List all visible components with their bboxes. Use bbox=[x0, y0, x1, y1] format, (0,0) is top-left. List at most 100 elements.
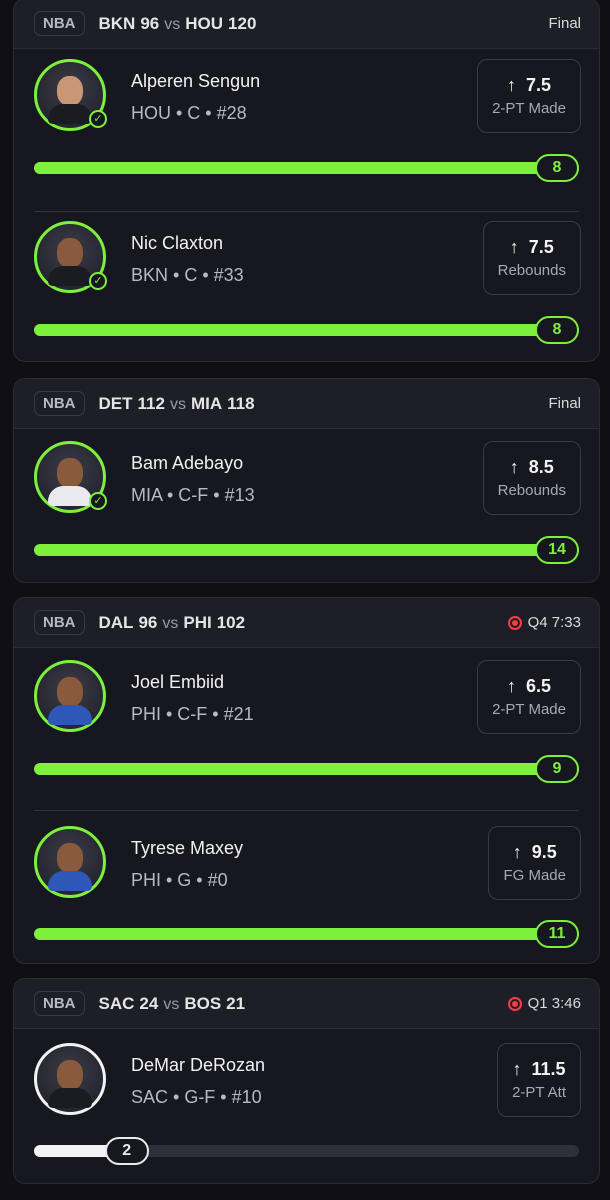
league-badge: NBA bbox=[34, 991, 85, 1016]
game-status: Q1 3:46 bbox=[507, 995, 581, 1012]
prop-line-box[interactable]: ↑ 9.5 FG Made bbox=[488, 826, 581, 900]
home-team: HOU bbox=[185, 13, 224, 33]
prop-line-box[interactable]: ↑ 11.5 2-PT Att bbox=[497, 1043, 581, 1117]
away-team: SAC bbox=[98, 993, 135, 1013]
away-score: 96 bbox=[140, 13, 160, 33]
player-head-icon bbox=[57, 1060, 83, 1090]
prop-line-box[interactable]: ↑ 8.5 Rebounds bbox=[482, 441, 581, 515]
prop-line-value: 7.5 bbox=[528, 237, 554, 257]
player-jersey-icon bbox=[48, 104, 92, 124]
prop-line-value: 11.5 bbox=[531, 1059, 566, 1079]
prop-line-value: 7.5 bbox=[526, 75, 552, 95]
away-score: 112 bbox=[137, 393, 165, 413]
prop-stat: Rebounds bbox=[497, 482, 566, 499]
home-score: 21 bbox=[226, 993, 246, 1013]
arrow-up-icon: ↑ bbox=[507, 676, 517, 696]
prop-stat: 2-PT Att bbox=[512, 1084, 566, 1101]
home-team: MIA bbox=[190, 393, 223, 413]
prop-stat: 2-PT Made bbox=[492, 701, 566, 718]
progress-value-pill: 8 bbox=[535, 154, 579, 182]
player-jersey-icon bbox=[48, 871, 92, 891]
home-score: 118 bbox=[227, 393, 255, 413]
home-score: 120 bbox=[228, 13, 257, 33]
player-head-icon bbox=[57, 458, 83, 488]
progress-value-pill: 2 bbox=[104, 1137, 149, 1165]
away-team: DAL bbox=[98, 612, 134, 632]
prop-stat: 2-PT Made bbox=[492, 100, 566, 117]
live-indicator-icon bbox=[507, 996, 522, 1011]
prop-line-value: 8.5 bbox=[528, 457, 554, 477]
prop-line: ↑ 7.5 bbox=[510, 237, 554, 258]
league-badge: NBA bbox=[34, 11, 85, 36]
vs-label: vs bbox=[162, 614, 179, 632]
player-row[interactable]: Tyrese Maxey PHI • G • #0 ↑ 9.5 FG Made 1… bbox=[14, 810, 599, 963]
player-name: Tyrese Maxey bbox=[131, 838, 244, 858]
progress-track: 11 bbox=[34, 920, 579, 948]
player-head-icon bbox=[57, 677, 83, 707]
home-team: PHI bbox=[183, 612, 212, 632]
player-name: Bam Adebayo bbox=[131, 453, 244, 473]
vs-label: vs bbox=[163, 995, 180, 1013]
progress-fill bbox=[34, 763, 579, 775]
league-badge: NBA bbox=[34, 391, 85, 416]
progress-fill bbox=[34, 928, 579, 940]
player-name: Alperen Sengun bbox=[131, 71, 261, 91]
progress-track: 9 bbox=[34, 755, 579, 783]
check-badge-icon: ✓ bbox=[89, 110, 107, 128]
game-header: NBA DAL 96 vs PHI 102 Q4 7:33 bbox=[14, 598, 599, 648]
arrow-up-icon: ↑ bbox=[509, 457, 519, 477]
player-row[interactable]: DeMar DeRozan SAC • G-F • #10 ↑ 11.5 2-PT… bbox=[14, 1029, 599, 1183]
check-badge-icon: ✓ bbox=[89, 272, 107, 290]
player-jersey-icon bbox=[48, 1088, 92, 1108]
progress-track: 2 bbox=[34, 1137, 579, 1165]
progress-fill bbox=[34, 544, 579, 556]
prop-stat: FG Made bbox=[503, 867, 566, 884]
player-row[interactable]: ✓ Bam Adebayo MIA • C-F • #13 ↑ 8.5 Rebou… bbox=[14, 429, 599, 582]
game-card-sac-bos[interactable]: NBA SAC 24 vs BOS 21 Q1 3:46 DeMar DeRozan… bbox=[13, 978, 600, 1184]
away-team: DET bbox=[98, 393, 133, 413]
player-avatar bbox=[34, 660, 106, 732]
player-row[interactable]: ✓ Alperen Sengun HOU • C • #28 ↑ 7.5 2-PT… bbox=[14, 49, 599, 211]
prop-line-value: 9.5 bbox=[531, 842, 557, 862]
progress-value-pill: 8 bbox=[535, 316, 579, 344]
player-row[interactable]: ✓ Nic Claxton BKN • C • #33 ↑ 7.5 Rebound… bbox=[14, 211, 599, 361]
arrow-up-icon: ↑ bbox=[509, 237, 519, 257]
game-header: NBA DET 112 vs MIA 118 Final bbox=[14, 379, 599, 429]
league-badge: NBA bbox=[34, 610, 85, 635]
game-status-text: Final bbox=[548, 15, 581, 32]
prop-line-box[interactable]: ↑ 7.5 Rebounds bbox=[482, 221, 581, 295]
matchup: DET 112 vs MIA 118 bbox=[99, 394, 255, 414]
progress-track: 8 bbox=[34, 154, 579, 182]
prop-line: ↑ 6.5 bbox=[507, 676, 551, 697]
player-name: Joel Embiid bbox=[131, 672, 225, 692]
arrow-up-icon: ↑ bbox=[512, 842, 522, 862]
home-score: 102 bbox=[216, 612, 246, 632]
away-score: 24 bbox=[139, 993, 159, 1013]
game-card-det-mia[interactable]: NBA DET 112 vs MIA 118 Final ✓ Bam Adebayo… bbox=[13, 378, 600, 583]
prop-line-box[interactable]: ↑ 6.5 2-PT Made bbox=[477, 660, 581, 734]
game-card-bkn-hou[interactable]: NBA BKN 96 vs HOU 120 Final ✓ Alperen Seng… bbox=[13, 0, 600, 362]
progress-value-pill: 11 bbox=[535, 920, 579, 948]
player-jersey-icon bbox=[48, 266, 92, 286]
player-avatar bbox=[34, 826, 106, 898]
prop-line-value: 6.5 bbox=[526, 676, 552, 696]
player-meta: SAC • G-F • #10 bbox=[131, 1087, 262, 1107]
prop-line: ↑ 8.5 bbox=[510, 457, 554, 478]
vs-label: vs bbox=[164, 15, 181, 33]
player-meta: PHI • C-F • #21 bbox=[131, 704, 254, 724]
arrow-up-icon: ↑ bbox=[507, 75, 517, 95]
progress-value-pill: 14 bbox=[535, 536, 579, 564]
player-row[interactable]: Joel Embiid PHI • C-F • #21 ↑ 6.5 2-PT Ma… bbox=[14, 648, 599, 810]
progress-fill bbox=[34, 324, 579, 336]
arrow-up-icon: ↑ bbox=[512, 1059, 522, 1079]
prop-stat: Rebounds bbox=[497, 262, 566, 279]
prop-line: ↑ 7.5 bbox=[507, 75, 551, 96]
player-meta: PHI • G • #0 bbox=[131, 870, 228, 890]
game-status: Final bbox=[548, 395, 581, 412]
live-indicator-icon bbox=[507, 615, 522, 630]
player-jersey-icon bbox=[48, 486, 92, 506]
matchup: DAL 96 vs PHI 102 bbox=[99, 613, 246, 633]
game-card-dal-phi[interactable]: NBA DAL 96 vs PHI 102 Q4 7:33 Joel Embiid … bbox=[13, 597, 600, 964]
prop-line-box[interactable]: ↑ 7.5 2-PT Made bbox=[477, 59, 581, 133]
away-score: 96 bbox=[138, 612, 158, 632]
